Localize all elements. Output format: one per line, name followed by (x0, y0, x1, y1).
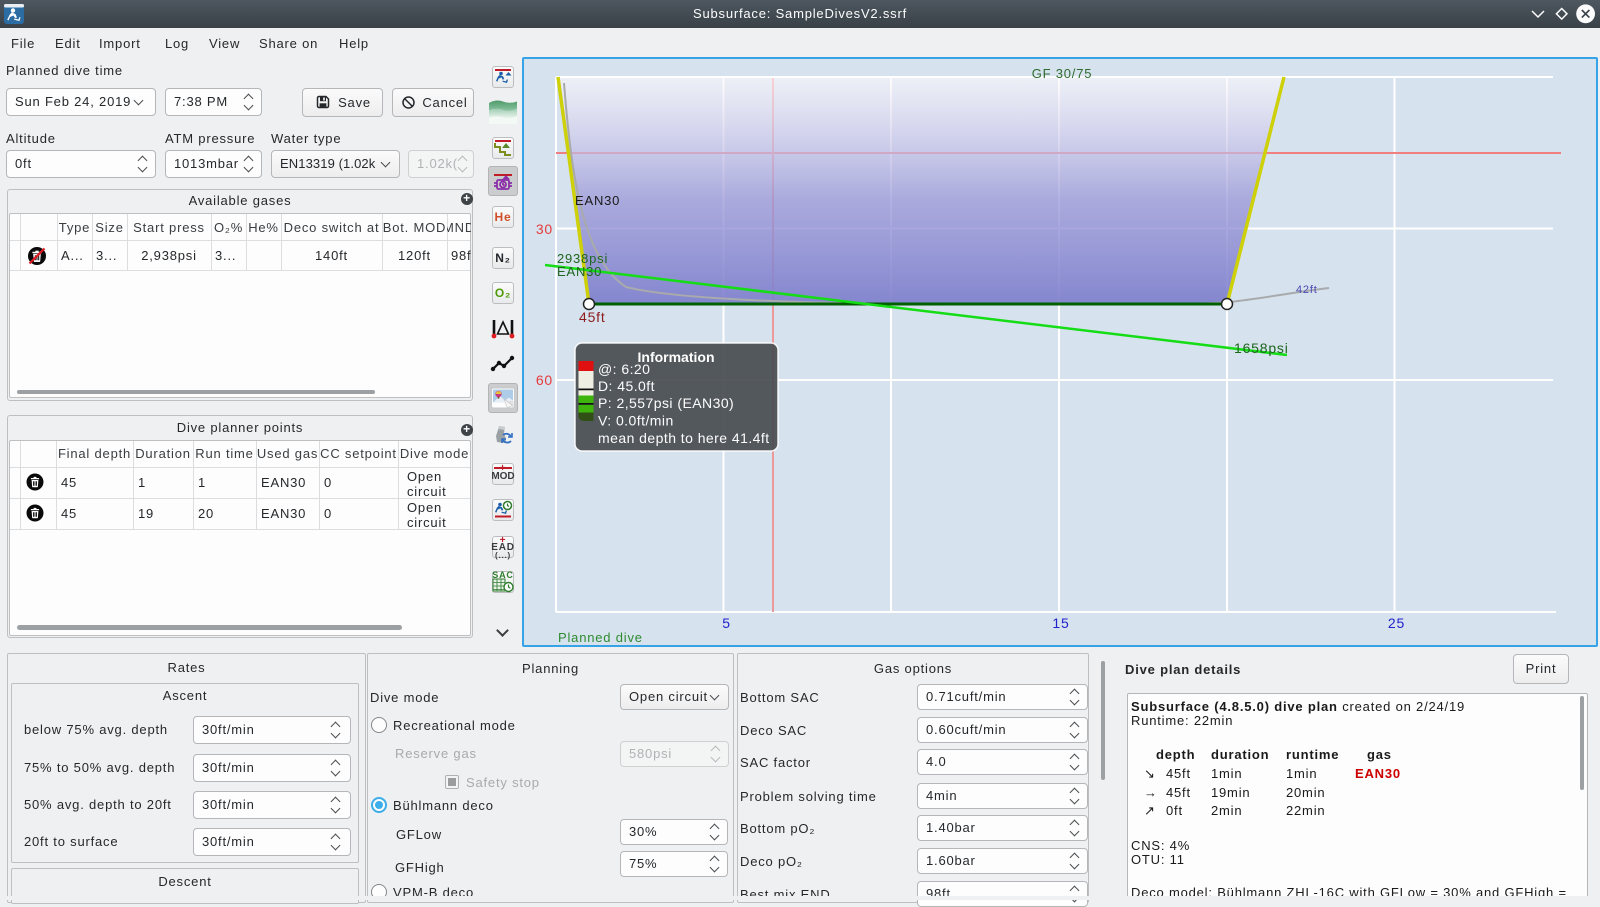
svg-text:5: 5 (722, 615, 731, 631)
svg-text:D: 45.0ft: D: 45.0ft (598, 378, 655, 394)
svg-text:1658psi: 1658psi (1234, 340, 1289, 356)
svg-text:42ft: 42ft (1296, 284, 1318, 296)
svg-text:45ft: 45ft (579, 309, 606, 325)
svg-text:P: 2,557psi (EAN30): P: 2,557psi (EAN30) (598, 395, 734, 411)
svg-text:EAN30: EAN30 (575, 193, 620, 208)
svg-text:EAN30: EAN30 (557, 264, 602, 279)
svg-text:30: 30 (536, 221, 553, 237)
svg-text:25: 25 (1388, 615, 1405, 631)
svg-text:15: 15 (1052, 615, 1069, 631)
svg-text:GF 30/75: GF 30/75 (1032, 66, 1093, 81)
svg-text:Planned dive: Planned dive (558, 630, 643, 645)
svg-text:@: 6:20: @: 6:20 (598, 361, 650, 377)
svg-text:60: 60 (536, 372, 553, 388)
svg-text:mean depth to here 41.4ft: mean depth to here 41.4ft (598, 430, 770, 446)
svg-text:V: 0.0ft/min: V: 0.0ft/min (598, 413, 674, 429)
